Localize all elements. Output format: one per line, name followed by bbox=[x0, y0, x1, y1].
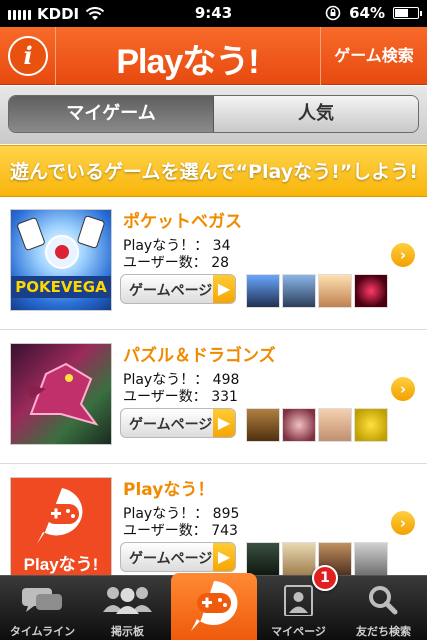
game-page-button[interactable]: ゲームページ ▶ bbox=[120, 274, 236, 304]
avatar[interactable] bbox=[354, 542, 388, 576]
tab-timeline[interactable]: タイムライン bbox=[0, 576, 85, 640]
chevron-right-icon[interactable]: › bbox=[391, 377, 415, 401]
battery-percent: 64% bbox=[349, 4, 385, 22]
chevron-right-icon[interactable]: › bbox=[391, 243, 415, 267]
game-page-button[interactable]: ゲームページ ▶ bbox=[120, 542, 236, 572]
avatar[interactable] bbox=[282, 542, 316, 576]
game-thumb-logo: POKEVEGA bbox=[15, 278, 107, 296]
tab-board[interactable]: 掲示板 bbox=[85, 576, 170, 640]
friend-avatars bbox=[246, 274, 388, 308]
friend-avatars bbox=[246, 408, 388, 442]
status-bar: KDDI 9:43 64% bbox=[0, 0, 427, 27]
arrow-right-icon: ▶ bbox=[213, 275, 235, 303]
avatar[interactable] bbox=[318, 274, 352, 308]
game-page-button[interactable]: ゲームページ ▶ bbox=[120, 408, 236, 438]
tab-popular[interactable]: 人気 bbox=[214, 96, 418, 132]
game-row[interactable]: パズル＆ドラゴンズ Playなう！： 498 ユーザー数： 331 ゲームページ… bbox=[0, 331, 427, 464]
tab-my-games[interactable]: マイゲーム bbox=[9, 96, 214, 132]
game-title: パズル＆ドラゴンズ bbox=[123, 346, 276, 366]
status-right: 64% bbox=[325, 4, 422, 22]
avatar[interactable] bbox=[282, 274, 316, 308]
arrow-right-icon: ▶ bbox=[213, 543, 235, 571]
battery-icon bbox=[393, 7, 422, 19]
people-icon bbox=[103, 587, 152, 614]
game-row[interactable]: POKEVEGA ポケットベガス Playなう！： 34 ユーザー数： 28 ゲ… bbox=[0, 197, 427, 330]
avatar[interactable] bbox=[246, 408, 280, 442]
playnow-gamepad-icon bbox=[191, 581, 238, 631]
user-count: ユーザー数： 28 bbox=[123, 255, 230, 271]
chat-bubbles-icon bbox=[22, 588, 62, 612]
arrow-right-icon: ▶ bbox=[213, 409, 235, 437]
avatar[interactable] bbox=[318, 408, 352, 442]
user-count: ユーザー数： 331 bbox=[123, 389, 238, 405]
game-thumb-logo: Playなう! bbox=[23, 555, 99, 574]
avatar[interactable] bbox=[246, 274, 280, 308]
segmented-control: マイゲーム 人気 bbox=[8, 95, 419, 133]
game-title: ポケットベガス bbox=[123, 212, 242, 232]
avatar[interactable] bbox=[354, 274, 388, 308]
app-header: i Playなう! ゲーム検索 bbox=[0, 27, 427, 85]
game-search-button[interactable]: ゲーム検索 bbox=[321, 27, 427, 85]
rotation-lock-icon bbox=[325, 5, 341, 21]
game-title: Playなう！ bbox=[123, 480, 215, 500]
game-thumbnail: Playなう! bbox=[10, 477, 112, 579]
info-button[interactable]: i bbox=[8, 36, 48, 76]
segment-bar: マイゲーム 人気 bbox=[0, 86, 427, 144]
avatar[interactable] bbox=[282, 408, 316, 442]
game-thumbnail bbox=[10, 343, 112, 445]
user-count: ユーザー数： 743 bbox=[123, 523, 238, 539]
magnifier-icon bbox=[369, 586, 398, 615]
instruction-banner: 遊んでいるゲームを選んで“Playなう!”しよう! bbox=[0, 145, 427, 197]
notification-badge: 1 bbox=[312, 565, 338, 591]
battery-fill bbox=[395, 9, 408, 17]
app-logo: Playなう! bbox=[116, 43, 259, 81]
avatar[interactable] bbox=[354, 408, 388, 442]
tab-playnow[interactable] bbox=[171, 573, 257, 640]
game-thumbnail: POKEVEGA bbox=[10, 209, 112, 311]
chevron-right-icon[interactable]: › bbox=[391, 511, 415, 535]
avatar[interactable] bbox=[246, 542, 280, 576]
tab-friend-search[interactable]: 友だち検索 bbox=[341, 576, 426, 640]
